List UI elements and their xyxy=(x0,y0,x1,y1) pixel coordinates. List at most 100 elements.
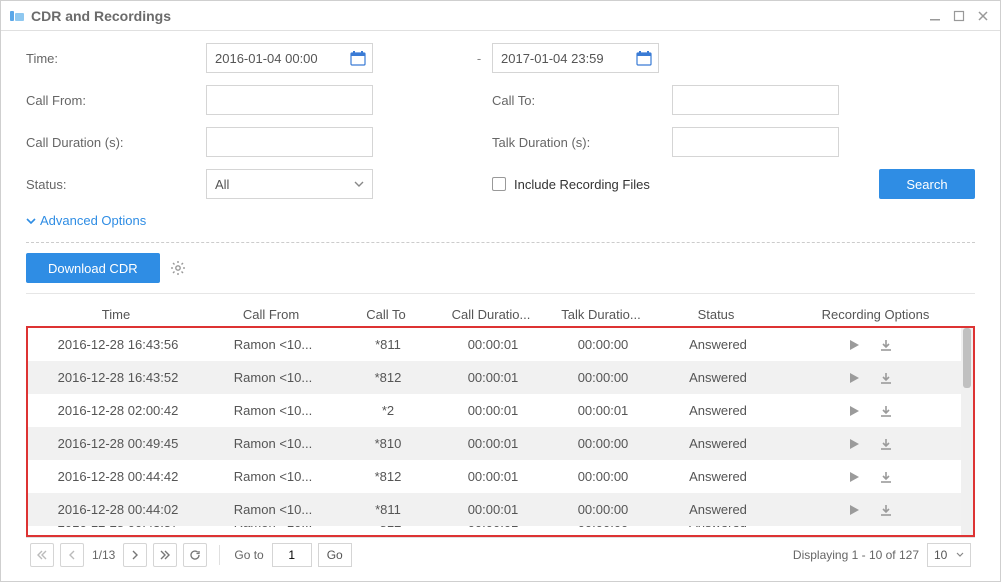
table-header-row: Time Call From Call To Call Duratio... T… xyxy=(26,302,975,326)
th-talk-duration[interactable]: Talk Duratio... xyxy=(546,307,656,322)
cell-talk-duration: 00:00:00 xyxy=(548,436,658,451)
include-recording-checkbox[interactable]: Include Recording Files xyxy=(492,177,879,192)
chevron-down-icon xyxy=(956,552,964,557)
cell-talk-duration: 00:00:00 xyxy=(548,502,658,517)
th-status[interactable]: Status xyxy=(656,307,776,322)
chevron-down-icon xyxy=(354,181,364,187)
page-size-select[interactable]: 10 xyxy=(927,543,971,567)
play-recording-button[interactable] xyxy=(847,338,861,352)
table-body-highlight: 2016-12-28 16:43:56Ramon <10...*81100:00… xyxy=(26,326,975,537)
window: CDR and Recordings Time: 2016-01-04 00:0… xyxy=(0,0,1001,582)
download-recording-button[interactable] xyxy=(879,437,893,451)
table-row[interactable]: 2016-12-28 00:44:02Ramon <10...*81100:00… xyxy=(28,493,961,526)
cell-recording-options xyxy=(778,470,961,484)
download-recording-button[interactable] xyxy=(879,338,893,352)
cell-call-from: Ramon <10... xyxy=(208,370,338,385)
table-row[interactable]: 2016-12-28 16:43:56Ramon <10...*81100:00… xyxy=(28,328,961,361)
cell-talk-duration: 00:00:00 xyxy=(548,526,658,535)
th-call-duration[interactable]: Call Duratio... xyxy=(436,307,546,322)
table: Time Call From Call To Call Duratio... T… xyxy=(26,302,975,537)
goto-page-button[interactable]: Go xyxy=(318,543,352,567)
vertical-scrollbar[interactable] xyxy=(961,328,973,535)
cell-call-to: *812 xyxy=(338,469,438,484)
last-page-button[interactable] xyxy=(153,543,177,567)
cell-talk-duration: 00:00:00 xyxy=(548,337,658,352)
download-cdr-button[interactable]: Download CDR xyxy=(26,253,160,283)
download-recording-button[interactable] xyxy=(879,470,893,484)
cell-call-duration: 00:00:01 xyxy=(438,436,548,451)
table-row[interactable]: 2016-12-28 02:00:42Ramon <10...*200:00:0… xyxy=(28,394,961,427)
time-from-input[interactable]: 2016-01-04 00:00 xyxy=(206,43,373,73)
pager: 1/13 Go to Go Displaying 1 - 10 of 127 1… xyxy=(26,537,975,571)
play-recording-button[interactable] xyxy=(847,503,861,517)
time-to-input[interactable]: 2017-01-04 23:59 xyxy=(492,43,659,73)
cell-talk-duration: 00:00:00 xyxy=(548,469,658,484)
cell-call-from: Ramon <10... xyxy=(208,502,338,517)
advanced-options-toggle[interactable]: Advanced Options xyxy=(26,213,975,238)
cell-status: Answered xyxy=(658,337,778,352)
cell-call-duration: 00:00:01 xyxy=(438,469,548,484)
separator xyxy=(26,242,975,243)
cell-recording-options xyxy=(778,404,961,418)
talk-duration-input[interactable] xyxy=(672,127,839,157)
cell-time: 2016-12-28 02:00:42 xyxy=(28,403,208,418)
cell-talk-duration: 00:00:01 xyxy=(548,403,658,418)
call-to-label: Call To: xyxy=(492,93,672,108)
table-row[interactable]: 2016-12-28 00:43:57Ramon <10...*81200:00… xyxy=(28,526,961,535)
cell-time: 2016-12-28 00:43:57 xyxy=(28,526,208,535)
divider xyxy=(219,545,220,565)
play-recording-button[interactable] xyxy=(847,404,861,418)
filters: Time: 2016-01-04 00:00 - 2017-01-04 23:5… xyxy=(26,43,975,199)
content-area: Time: 2016-01-04 00:00 - 2017-01-04 23:5… xyxy=(1,31,1000,581)
first-page-button[interactable] xyxy=(30,543,54,567)
cell-call-to: *812 xyxy=(338,370,438,385)
call-to-input[interactable] xyxy=(672,85,839,115)
play-recording-button[interactable] xyxy=(847,437,861,451)
cell-time: 2016-12-28 16:43:52 xyxy=(28,370,208,385)
call-from-input[interactable] xyxy=(206,85,373,115)
table-row[interactable]: 2016-12-28 16:43:52Ramon <10...*81200:00… xyxy=(28,361,961,394)
cell-call-from: Ramon <10... xyxy=(208,403,338,418)
close-button[interactable] xyxy=(974,7,992,25)
cell-call-duration: 00:00:01 xyxy=(438,370,548,385)
play-recording-button[interactable] xyxy=(847,470,861,484)
cell-status: Answered xyxy=(658,370,778,385)
download-recording-button[interactable] xyxy=(879,371,893,385)
cell-status: Answered xyxy=(658,469,778,484)
th-call-from[interactable]: Call From xyxy=(206,307,336,322)
table-row[interactable]: 2016-12-28 00:44:42Ramon <10...*81200:00… xyxy=(28,460,961,493)
calendar-icon xyxy=(350,50,366,66)
download-recording-button[interactable] xyxy=(879,404,893,418)
cell-status: Answered xyxy=(658,436,778,451)
table-row[interactable]: 2016-12-28 00:49:45Ramon <10...*81000:00… xyxy=(28,427,961,460)
scrollbar-thumb[interactable] xyxy=(963,328,971,388)
th-time[interactable]: Time xyxy=(26,307,206,322)
minimize-button[interactable] xyxy=(926,7,944,25)
cell-recording-options xyxy=(778,371,961,385)
th-call-to[interactable]: Call To xyxy=(336,307,436,322)
page-indicator: 1/13 xyxy=(92,548,115,562)
cell-call-to: *811 xyxy=(338,502,438,517)
goto-page-input[interactable] xyxy=(272,543,312,567)
play-recording-button[interactable] xyxy=(847,371,861,385)
cell-status: Answered xyxy=(658,403,778,418)
call-duration-input[interactable] xyxy=(206,127,373,157)
time-label: Time: xyxy=(26,51,206,66)
prev-page-button[interactable] xyxy=(60,543,84,567)
table-body: 2016-12-28 16:43:56Ramon <10...*81100:00… xyxy=(28,328,961,535)
time-range-separator: - xyxy=(466,51,492,66)
time-from-value: 2016-01-04 00:00 xyxy=(215,51,318,66)
cell-call-to: *811 xyxy=(338,337,438,352)
refresh-button[interactable] xyxy=(183,543,207,567)
cell-time: 2016-12-28 16:43:56 xyxy=(28,337,208,352)
cell-recording-options xyxy=(778,437,961,451)
search-button[interactable]: Search xyxy=(879,169,975,199)
maximize-button[interactable] xyxy=(950,7,968,25)
advanced-options-label: Advanced Options xyxy=(40,213,146,228)
download-recording-button[interactable] xyxy=(879,503,893,517)
next-page-button[interactable] xyxy=(123,543,147,567)
status-select[interactable]: All xyxy=(206,169,373,199)
th-recording-options[interactable]: Recording Options xyxy=(776,307,975,322)
title-bar: CDR and Recordings xyxy=(1,1,1000,31)
settings-button[interactable] xyxy=(170,260,186,276)
